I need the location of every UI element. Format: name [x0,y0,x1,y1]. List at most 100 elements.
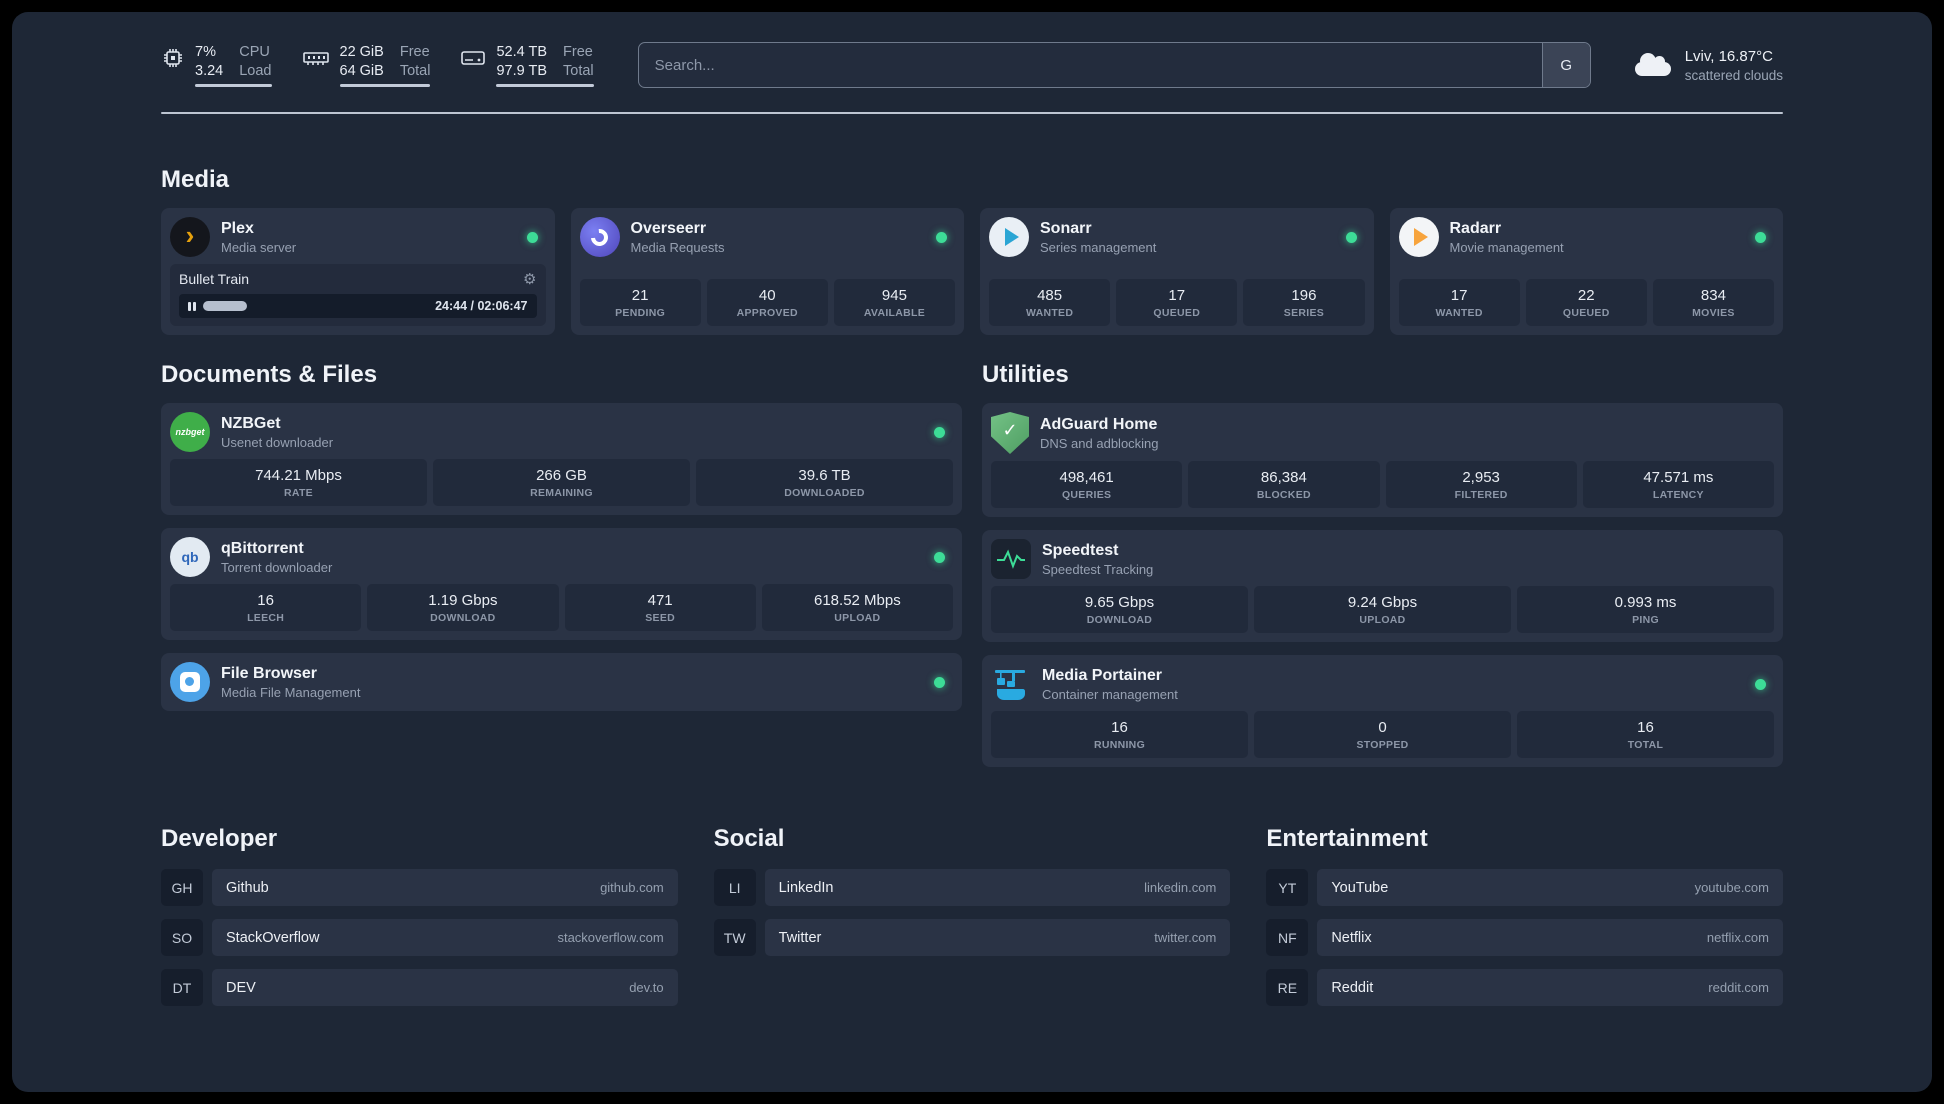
disk-free-label: Free [563,43,593,60]
cpu-percent: 7% [195,43,216,60]
service-card-radarr[interactable]: Radarr Movie management 17 WANTED 22 QUE… [1389,208,1783,335]
status-dot [1345,231,1357,243]
memory-usage-bar [339,84,431,88]
bookmark-url: youtube.com [1694,880,1769,895]
bookmark-reddit[interactable]: RE Reddit reddit.com [1266,969,1783,1006]
service-card-sonarr[interactable]: Sonarr Series management 485 WANTED 17 Q… [980,208,1374,335]
playback-time: 24:44 / 02:06:47 [435,299,528,313]
cpu-widget: 7% CPU 3.24 Load [161,43,272,88]
playback-bar: 24:44 / 02:06:47 [179,294,537,318]
stat-rate: 744.21 Mbps RATE [170,459,427,506]
disk-total-value: 97.9 TB [496,62,548,79]
sonarr-icon [989,217,1029,257]
bookmark-url: dev.to [629,980,664,995]
service-name: Sonarr [1040,219,1092,237]
memory-free-value: 22 GiB [339,43,384,60]
status-dot [934,676,945,688]
bookmark-label: YouTube [1331,879,1389,896]
memory-total-label: Total [399,62,431,79]
filebrowser-icon [170,662,210,702]
weather-location: Lviv, 16.87°C [1684,47,1773,65]
disk-free-value: 52.4 TB [496,43,548,60]
stat-running: 16 RUNNING [991,711,1248,758]
gear-icon[interactable]: ⚙ [523,272,536,287]
plex-icon: › [170,217,210,257]
service-name: Radarr [1449,219,1502,237]
bookmark-label: Twitter [778,929,822,946]
search-input[interactable] [638,43,1542,87]
bookmark-youtube[interactable]: YT YouTube youtube.com [1266,869,1783,906]
stat-wanted: 485 WANTED [989,279,1111,326]
service-desc: Media File Management [221,685,361,701]
bookmark-url: linkedin.com [1144,880,1217,895]
section-title-social: Social [713,825,785,852]
disk-total-label: Total [563,62,594,79]
service-name: AdGuard Home [1040,415,1158,433]
playback-progress [202,301,247,311]
disk-icon [460,46,486,75]
stat-download: 9.65 Gbps DOWNLOAD [991,586,1248,633]
bookmark-group-social: Social LI LinkedIn linkedin.com TW Twitt… [713,825,1231,969]
stat-total: 16 TOTAL [1517,711,1774,758]
service-desc: Movie management [1449,240,1564,256]
stat-available: 945 AVAILABLE [833,279,956,326]
service-desc: Media Requests [630,240,725,256]
section-title-entertainment: Entertainment [1266,825,1428,852]
section-title-developer: Developer [161,825,278,852]
bookmark-label: DEV [226,979,256,996]
service-desc: DNS and adblocking [1040,436,1159,452]
bookmark-label: LinkedIn [778,879,834,896]
cpu-load-label: Load [239,62,272,79]
bookmark-group-developer: Developer GH Github github.com SO StackO… [161,825,678,1019]
bookmark-abbr: DT [161,969,203,1006]
bookmark-abbr: SO [161,919,203,956]
bookmark-url: twitter.com [1154,930,1217,945]
stat-latency: 47.571 ms LATENCY [1582,461,1774,508]
service-card-qbittorrent[interactable]: qb qBittorrent Torrent downloader 16 LEE… [161,528,962,640]
stat-queued: 17 QUEUED [1116,279,1238,326]
service-card-speedtest[interactable]: Speedtest Speedtest Tracking 9.65 Gbps D… [982,530,1783,642]
stat-upload: 9.24 Gbps UPLOAD [1254,586,1511,633]
service-desc: Usenet downloader [221,435,334,451]
search-provider-button[interactable]: G [1541,43,1590,87]
service-name: File Browser [221,664,318,682]
service-desc: Series management [1040,240,1157,256]
bookmark-abbr: LI [713,869,756,906]
bookmark-dev[interactable]: DT DEV dev.to [161,969,678,1006]
bookmark-label: Github [226,879,269,896]
memory-total-value: 64 GiB [339,62,384,79]
bookmark-github[interactable]: GH Github github.com [161,869,678,906]
cpu-usage-bar [195,84,272,88]
bookmark-url: github.com [600,880,664,895]
service-name: Overseerr [630,219,707,237]
service-card-filebrowser[interactable]: File Browser Media File Management [161,653,962,711]
stat-seed: 471 SEED [564,584,756,631]
bookmark-linkedin[interactable]: LI LinkedIn linkedin.com [713,869,1231,906]
cpu-label: CPU [239,43,270,60]
pause-button[interactable] [188,301,196,311]
bookmark-twitter[interactable]: TW Twitter twitter.com [713,919,1231,956]
service-card-overseerr[interactable]: Overseerr Media Requests 21 PENDING 40 A… [570,208,964,335]
service-card-portainer[interactable]: Media Portainer Container management 16 … [982,655,1783,767]
bookmark-stackoverflow[interactable]: SO StackOverflow stackoverflow.com [161,919,678,956]
status-dot [934,426,945,438]
service-name: Plex [221,219,254,237]
bookmark-netflix[interactable]: NF Netflix netflix.com [1266,919,1783,956]
service-card-nzbget[interactable]: nzbget NZBGet Usenet downloader 744.21 M… [161,403,962,515]
status-dot [526,231,538,243]
memory-free-label: Free [399,43,430,60]
bookmark-url: netflix.com [1706,930,1769,945]
section-utilities: Utilities ✓ AdGuard Home DNS and adblock… [982,361,1783,767]
section-title-media: Media [161,166,230,193]
bookmark-abbr: YT [1266,869,1309,906]
stat-queries: 498,461 QUERIES [991,461,1183,508]
bookmark-url: stackoverflow.com [557,930,664,945]
topbar-divider [161,112,1783,114]
stat-queued: 22 QUEUED [1525,279,1647,326]
memory-widget: 22 GiB Free 64 GiB Total [302,43,431,88]
service-card-plex[interactable]: › Plex Media server Bullet Train ⚙ 24:44… [161,208,555,335]
service-card-adguard[interactable]: ✓ AdGuard Home DNS and adblocking 498,46… [982,403,1783,517]
weather-condition: scattered clouds [1684,67,1783,83]
cloud-icon [1634,53,1671,76]
stat-pending: 21 PENDING [579,279,701,326]
